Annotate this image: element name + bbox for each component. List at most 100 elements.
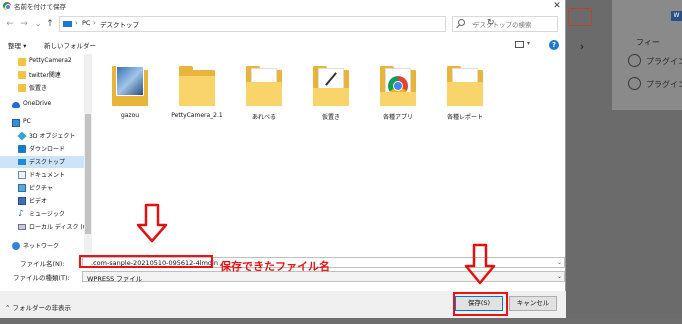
annotation-caption: 保存できたファイル名 (220, 260, 330, 273)
nav-item-documents[interactable]: ドキュメント (0, 169, 84, 181)
network-icon (12, 242, 20, 250)
breadcrumb-pc[interactable]: PC (82, 19, 90, 27)
command-bar: 整理 ▾ 新しいフォルダー ▾ ? (0, 37, 566, 54)
nav-item-label: twitter関連 (29, 72, 61, 79)
nav-item-videos[interactable]: ビデオ (0, 195, 84, 207)
nav-item-pettycamera2[interactable]: PettyCamera2 (0, 56, 84, 68)
folder-icon (380, 64, 416, 108)
radio-icon (628, 54, 641, 67)
nav-item-label: ピクチャ (29, 185, 53, 192)
hide-folders-label: フォルダーの非表示 (12, 304, 72, 312)
back-icon[interactable]: ← (4, 17, 16, 31)
background-option-label: プラグイン (646, 57, 682, 66)
background-badge: W (671, 11, 682, 21)
chevron-down-icon[interactable]: ⌄ (557, 273, 562, 280)
background-strip (0, 318, 682, 324)
desktop-icon (18, 159, 26, 165)
background-panel-title: フィー (636, 38, 660, 47)
local-disk-icon (18, 224, 26, 230)
file-item-gazou[interactable]: gazou (100, 62, 160, 126)
scrollbar-thumb[interactable] (85, 114, 91, 234)
file-item-areberu[interactable]: あれべる (234, 62, 294, 126)
folder-icon (18, 58, 26, 66)
folder-icon (18, 84, 26, 92)
navigation-pane: PettyCamera2 twitter関連 仮置き OneDrive PC 3… (0, 54, 92, 253)
folder-icon (447, 64, 483, 108)
nav-item-pc[interactable]: PC (0, 117, 84, 129)
background-option-label: プラグイン (646, 80, 682, 89)
nav-item-twitter[interactable]: twitter関連 (0, 69, 84, 81)
music-icon: ♪ (18, 209, 24, 219)
nav-item-label: ネットワーク (23, 243, 60, 250)
search-placeholder: デスクトップの検索 (473, 21, 532, 29)
forward-icon[interactable]: → (18, 17, 30, 31)
file-item-apps[interactable]: 各種アプリ (368, 62, 428, 126)
save-button-highlight-box (453, 292, 508, 316)
nav-item-karioki[interactable]: 仮置き (0, 82, 84, 94)
background-option: プラグイン (628, 54, 682, 68)
chevron-up-icon: ⌃ (5, 304, 13, 312)
desktop-icon (63, 21, 72, 27)
view-options-icon[interactable] (515, 41, 524, 48)
file-item-karioki[interactable]: 仮置き (301, 62, 361, 126)
nav-item-network[interactable]: ネットワーク (0, 240, 84, 252)
new-folder-button[interactable]: 新しいフォルダー (44, 40, 96, 50)
file-name: あれべる (251, 114, 276, 121)
nav-item-label: OneDrive (23, 100, 52, 107)
nav-item-onedrive[interactable]: OneDrive (0, 99, 84, 111)
3d-objects-icon (17, 131, 27, 141)
close-icon[interactable]: ✕ (550, 0, 564, 12)
file-name: 各種アプリ (382, 114, 413, 121)
nav-item-pictures[interactable]: ピクチャ (0, 182, 84, 194)
filetype-label: ファイルの種類(T): (13, 274, 70, 282)
folder-icon (179, 64, 215, 108)
search-icon (458, 19, 465, 26)
folder-icon (112, 64, 148, 108)
nav-item-label: ビデオ (29, 198, 48, 205)
arrow-down-icon (464, 243, 496, 285)
breadcrumb-desktop[interactable]: デスクトップ (100, 19, 139, 29)
radio-icon (628, 77, 641, 90)
file-item-reports[interactable]: 各種レポート (435, 62, 495, 126)
navigation-scrollbar[interactable] (84, 54, 92, 253)
cancel-button[interactable]: キャンセル (509, 296, 557, 311)
chrome-icon (3, 2, 11, 10)
nav-item-desktop[interactable]: デスクトップ (0, 156, 84, 168)
onedrive-icon (12, 102, 20, 108)
folder-icon (313, 64, 349, 108)
dialog-title: 名前を付けて保存 (14, 3, 66, 11)
file-name: PettyCamera_2.1 (171, 112, 223, 119)
nav-item-3d-objects[interactable]: 3D オブジェクト (0, 130, 84, 142)
hide-folders-toggle[interactable]: ⌃ フォルダーの非表示 (5, 302, 71, 312)
breadcrumb-chevron-icon: › (75, 19, 78, 27)
nav-item-label: ミュージック (29, 211, 65, 218)
chevron-right-icon: › (579, 40, 585, 53)
folder-icon (246, 64, 282, 108)
breadcrumb-chevron-icon: › (93, 19, 96, 27)
nav-item-local-disk[interactable]: ローカル ディスク (C:) (0, 221, 91, 233)
dialog-titlebar: 名前を付けて保存 ✕ (0, 0, 566, 12)
download-icon (18, 145, 26, 153)
chevron-down-icon[interactable]: ⌄ (557, 259, 562, 266)
videos-icon (18, 197, 26, 205)
chevron-down-icon[interactable]: ▾ (527, 40, 530, 47)
nav-item-music[interactable]: ♪ ミュージック (0, 208, 84, 220)
pc-icon (12, 119, 20, 127)
organize-button[interactable]: 整理 ▾ (8, 40, 26, 50)
nav-item-label: ダウンロード (29, 146, 66, 153)
up-folder-icon[interactable]: ↑ (44, 17, 56, 31)
documents-icon (18, 171, 26, 179)
address-bar[interactable]: › PC › デスクトップ ⌄ ↻ (59, 16, 495, 32)
search-input[interactable]: デスクトップの検索 (452, 16, 558, 32)
recent-locations-icon[interactable]: ⌄ (32, 17, 44, 31)
help-icon[interactable]: ? (549, 40, 559, 50)
file-item-pettycamera[interactable]: PettyCamera_2.1 (167, 62, 227, 126)
pictures-icon (18, 184, 26, 192)
nav-item-downloads[interactable]: ダウンロード (0, 143, 84, 155)
background-option: プラグイン (628, 77, 682, 91)
nav-item-label: デスクトップ (29, 159, 66, 166)
nav-item-label: ドキュメント (29, 172, 66, 179)
nav-item-label: PC (23, 118, 31, 125)
arrow-down-icon (136, 203, 168, 243)
nav-item-label: ローカル ディスク (C:) (29, 224, 92, 231)
